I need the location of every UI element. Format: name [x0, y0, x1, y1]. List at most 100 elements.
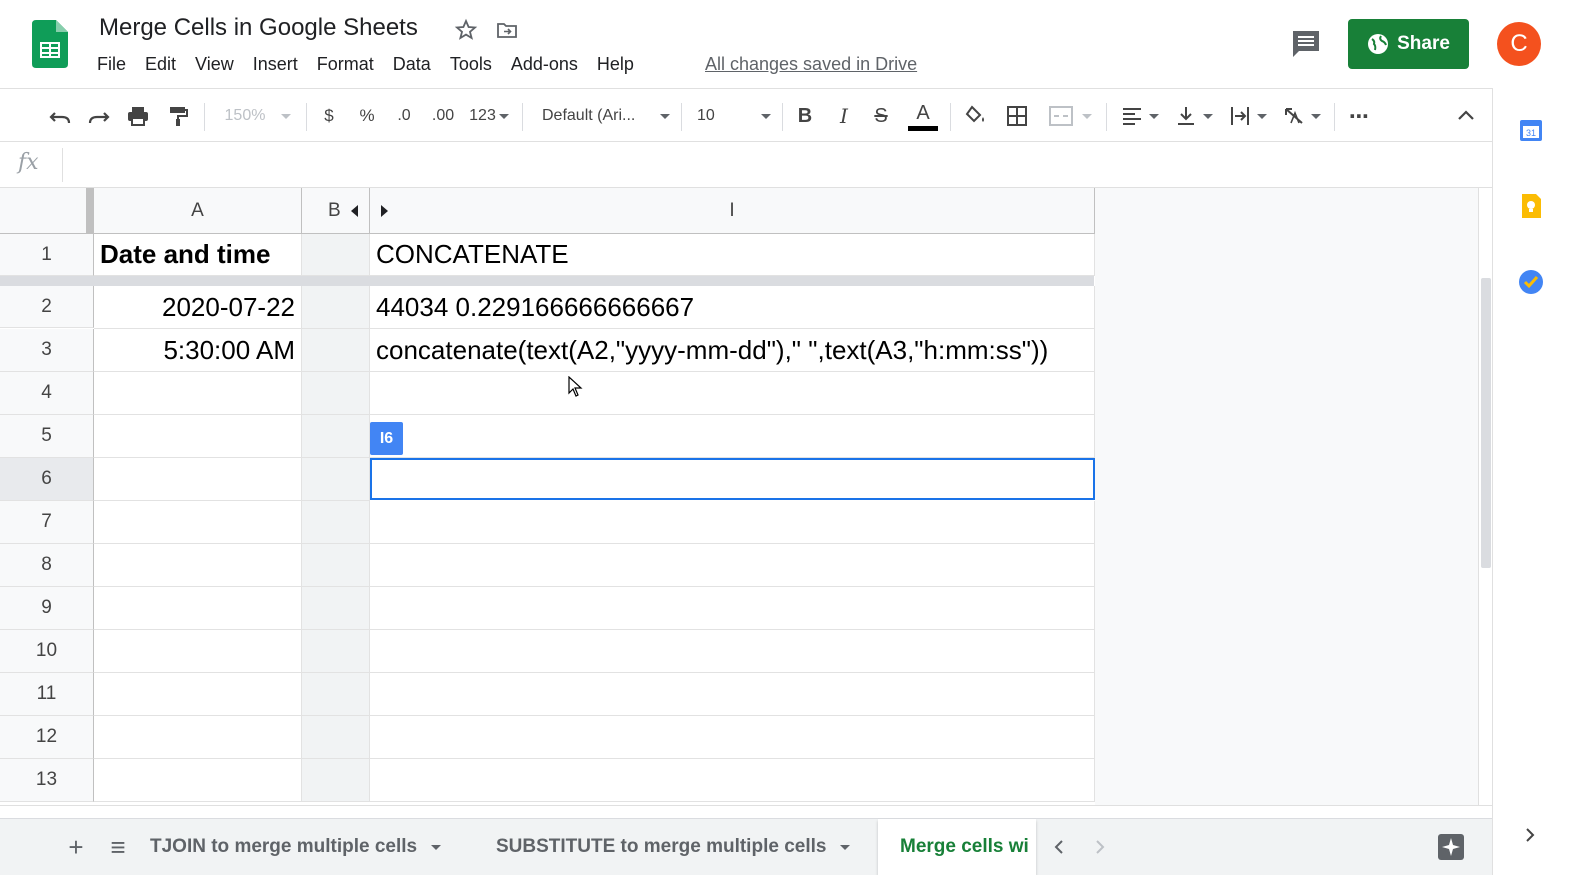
cell-i8[interactable]	[370, 544, 1095, 587]
column-header-i[interactable]: I	[370, 188, 1095, 234]
row-freeze-bar[interactable]	[0, 276, 1094, 286]
vertical-scrollbar[interactable]	[1478, 188, 1492, 805]
redo-icon[interactable]	[85, 101, 113, 131]
cell-b13[interactable]	[302, 759, 370, 802]
document-title[interactable]: Merge Cells in Google Sheets	[99, 14, 418, 42]
cell-i3[interactable]: concatenate(text(A2,"yyyy-mm-dd")," ",te…	[370, 329, 1095, 372]
more-options-button[interactable]: ⋯	[1345, 101, 1373, 131]
calendar-icon[interactable]: 31	[1517, 116, 1545, 144]
move-folder-icon[interactable]	[495, 18, 519, 42]
row-header-12[interactable]: 12	[0, 716, 94, 759]
scroll-tabs-left-icon[interactable]	[1052, 839, 1066, 855]
save-status-link[interactable]: All changes saved in Drive	[705, 54, 917, 75]
fill-color-icon[interactable]	[962, 101, 990, 131]
cell-b5[interactable]	[302, 415, 370, 458]
account-avatar[interactable]: C	[1497, 22, 1541, 66]
cell-a5[interactable]	[94, 415, 302, 458]
column-header-a[interactable]: A	[94, 188, 302, 234]
horizontal-align-icon[interactable]	[1118, 101, 1162, 131]
cell-i7[interactable]	[370, 501, 1095, 544]
paint-format-icon[interactable]	[164, 101, 192, 131]
cell-b10[interactable]	[302, 630, 370, 673]
row-header-3[interactable]: 3	[0, 329, 94, 372]
cell-a6[interactable]	[94, 458, 302, 501]
cell-i2[interactable]: 44034 0.229166666666667	[370, 286, 1095, 329]
row-header-13[interactable]: 13	[0, 759, 94, 802]
cell-a7[interactable]	[94, 501, 302, 544]
expand-side-panel-icon[interactable]	[1523, 826, 1537, 844]
print-icon[interactable]	[124, 101, 152, 131]
row-header-8[interactable]: 8	[0, 544, 94, 587]
cell-a1[interactable]: Date and time	[94, 234, 302, 276]
star-icon[interactable]	[454, 18, 478, 42]
cell-i11[interactable]	[370, 673, 1095, 716]
undo-icon[interactable]	[46, 101, 74, 131]
horizontal-scrollbar[interactable]	[0, 805, 1492, 818]
row-header-10[interactable]: 10	[0, 630, 94, 673]
menu-addons[interactable]: Add-ons	[511, 54, 587, 75]
collapse-menus-icon[interactable]	[1454, 101, 1478, 131]
cell-a9[interactable]	[94, 587, 302, 630]
strikethrough-button[interactable]: S	[870, 101, 892, 131]
font-family-select[interactable]: Default (Ari...	[542, 101, 670, 131]
cell-a12[interactable]	[94, 716, 302, 759]
row-header-9[interactable]: 9	[0, 587, 94, 630]
sheet-tab-tjoin[interactable]: TJOIN to merge multiple cells	[150, 819, 470, 875]
row-header-1[interactable]: 1	[0, 234, 94, 276]
menu-view[interactable]: View	[195, 54, 243, 75]
menu-edit[interactable]: Edit	[145, 54, 185, 75]
cell-i9[interactable]	[370, 587, 1095, 630]
cell-i1[interactable]: CONCATENATE	[370, 234, 1095, 276]
cell-b3[interactable]	[302, 329, 370, 372]
row-header-7[interactable]: 7	[0, 501, 94, 544]
column-header-b[interactable]: B	[302, 188, 370, 234]
cell-b2[interactable]	[302, 286, 370, 329]
more-formats-select[interactable]: 123	[466, 101, 512, 131]
all-sheets-button[interactable]: ≡	[106, 819, 130, 875]
selected-cell-i6[interactable]	[370, 458, 1095, 500]
cell-b4[interactable]	[302, 372, 370, 415]
bold-button[interactable]: B	[794, 101, 816, 131]
cell-a13[interactable]	[94, 759, 302, 802]
row-header-4[interactable]: 4	[0, 372, 94, 415]
decrease-decimal-button[interactable]: .0	[392, 101, 416, 131]
menu-insert[interactable]: Insert	[253, 54, 307, 75]
formula-input[interactable]	[72, 150, 1482, 180]
select-all-corner[interactable]	[0, 188, 94, 234]
cell-b7[interactable]	[302, 501, 370, 544]
row-header-11[interactable]: 11	[0, 673, 94, 716]
cell-a2[interactable]: 2020-07-22	[94, 286, 302, 329]
row-header-5[interactable]: 5	[0, 415, 94, 458]
percent-format-button[interactable]: %	[355, 101, 379, 131]
menu-file[interactable]: File	[97, 54, 135, 75]
sheets-logo-icon[interactable]	[32, 20, 68, 68]
vertical-scroll-thumb[interactable]	[1481, 278, 1491, 568]
cell-b11[interactable]	[302, 673, 370, 716]
cell-b1[interactable]	[302, 234, 370, 276]
row-header-2[interactable]: 2	[0, 286, 94, 328]
add-sheet-button[interactable]: +	[64, 819, 88, 875]
hidden-columns-right-arrow-icon[interactable]	[380, 204, 390, 218]
scroll-tabs-right-icon[interactable]	[1093, 839, 1107, 855]
cell-i10[interactable]	[370, 630, 1095, 673]
cell-a3[interactable]: 5:30:00 AM	[94, 329, 302, 372]
vertical-align-icon[interactable]	[1172, 101, 1216, 131]
hidden-columns-left-arrow-icon[interactable]	[349, 204, 359, 218]
cell-a4[interactable]	[94, 372, 302, 415]
comments-icon[interactable]	[1290, 28, 1322, 60]
cell-b6[interactable]	[302, 458, 370, 501]
sheet-tab-merge-cells-active[interactable]: Merge cells wi	[878, 819, 1036, 875]
borders-icon[interactable]	[1003, 101, 1031, 131]
share-button[interactable]: Share	[1348, 19, 1469, 69]
italic-button[interactable]: I	[833, 101, 855, 131]
cell-a11[interactable]	[94, 673, 302, 716]
menu-format[interactable]: Format	[317, 54, 383, 75]
sheet-tab-substitute[interactable]: SUBSTITUTE to merge multiple cells	[496, 819, 866, 875]
menu-tools[interactable]: Tools	[450, 54, 501, 75]
explore-icon[interactable]	[1437, 833, 1465, 861]
cell-b12[interactable]	[302, 716, 370, 759]
menu-data[interactable]: Data	[393, 54, 440, 75]
currency-format-button[interactable]: $	[318, 101, 340, 131]
menu-help[interactable]: Help	[597, 54, 643, 75]
cell-a8[interactable]	[94, 544, 302, 587]
